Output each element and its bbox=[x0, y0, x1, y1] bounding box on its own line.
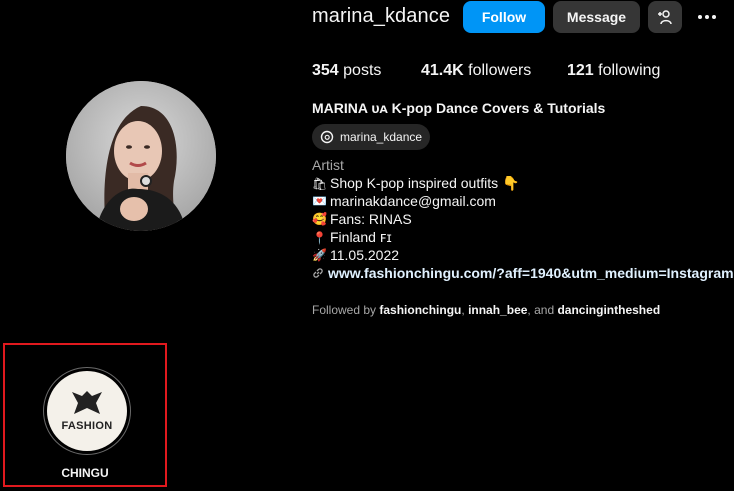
bio-line-2: marinakdance@gmail.com bbox=[330, 193, 496, 209]
bio-line-date: 🚀 11.05.2022 bbox=[312, 247, 399, 263]
posts-count: 354 bbox=[312, 62, 339, 79]
followers-count: 41.4K bbox=[421, 62, 464, 79]
add-person-icon bbox=[658, 10, 672, 25]
followed-by-user-2[interactable]: innah_bee bbox=[468, 303, 527, 317]
threads-icon bbox=[320, 130, 334, 144]
followed-by[interactable]: Followed by fashionchingu, innah_bee, an… bbox=[312, 303, 660, 317]
profile-full-name: MARINA ᴜᴀ K-pop Dance Covers & Tutorials bbox=[312, 100, 606, 116]
heart-face-icon: 🥰 bbox=[312, 212, 327, 226]
story-highlight-chingu[interactable]: FASHION bbox=[43, 367, 131, 455]
shopping-bags-icon: 🛍 bbox=[312, 176, 328, 191]
bio-line-location: 📍 Finland ꜰɪ bbox=[312, 229, 392, 246]
highlight-cover: FASHION bbox=[47, 371, 127, 451]
following-count: 121 bbox=[567, 62, 594, 79]
more-options-button[interactable] bbox=[692, 3, 722, 31]
profile-category: Artist bbox=[312, 157, 344, 173]
pin-icon: 📍 bbox=[312, 230, 327, 245]
message-button[interactable]: Message bbox=[553, 1, 640, 33]
bio-line-3: Fans: RINAS bbox=[330, 211, 412, 227]
followers-stat[interactable]: 41.4K followers bbox=[421, 62, 531, 80]
love-letter-icon: 💌 bbox=[312, 194, 327, 208]
rocket-icon: 🚀 bbox=[312, 248, 327, 262]
highlight-label[interactable]: CHINGU bbox=[3, 466, 167, 480]
bio-link[interactable]: www.fashionchingu.com/?aff=1940&utm_medi… bbox=[328, 265, 734, 281]
bio-line-email: 💌 marinakdance@gmail.com bbox=[312, 193, 496, 209]
followed-by-separator-1: , bbox=[461, 303, 465, 317]
suggested-accounts-button[interactable] bbox=[648, 1, 682, 33]
following-label: following bbox=[598, 62, 661, 79]
avatar-image bbox=[66, 81, 216, 231]
more-horizontal-icon bbox=[698, 15, 716, 19]
bio-link-row[interactable]: www.fashionchingu.com/?aff=1940&utm_medi… bbox=[312, 265, 734, 281]
threads-handle: marina_kdance bbox=[340, 130, 423, 144]
posts-label: posts bbox=[343, 62, 382, 79]
highlight-logo-text: FASHION bbox=[61, 420, 113, 432]
follow-button[interactable]: Follow bbox=[463, 1, 545, 33]
followed-by-user-1[interactable]: fashionchingu bbox=[379, 303, 461, 317]
bio-line-1: Shop K-pop inspired outfits 👇 bbox=[330, 175, 520, 191]
followed-by-user-3[interactable]: dancingintheshed bbox=[557, 303, 660, 317]
bio-line-shop: 🛍 Shop K-pop inspired outfits 👇 bbox=[312, 175, 519, 192]
bio-line-5: 11.05.2022 bbox=[330, 247, 400, 263]
followers-label: followers bbox=[468, 62, 532, 79]
following-stat[interactable]: 121 following bbox=[567, 62, 660, 80]
threads-badge[interactable]: marina_kdance bbox=[312, 124, 431, 150]
followed-by-separator-2: , and bbox=[527, 303, 555, 317]
posts-stat: 354 posts bbox=[312, 62, 381, 80]
star-logo-icon bbox=[72, 391, 102, 414]
link-icon bbox=[313, 268, 323, 278]
profile-avatar[interactable] bbox=[66, 81, 216, 231]
followed-by-prefix: Followed by bbox=[312, 303, 377, 317]
bio-line-4: Finland ꜰɪ bbox=[330, 229, 392, 245]
profile-username: marina_kdance bbox=[312, 5, 451, 27]
bio-line-fans: 🥰 Fans: RINAS bbox=[312, 211, 412, 227]
